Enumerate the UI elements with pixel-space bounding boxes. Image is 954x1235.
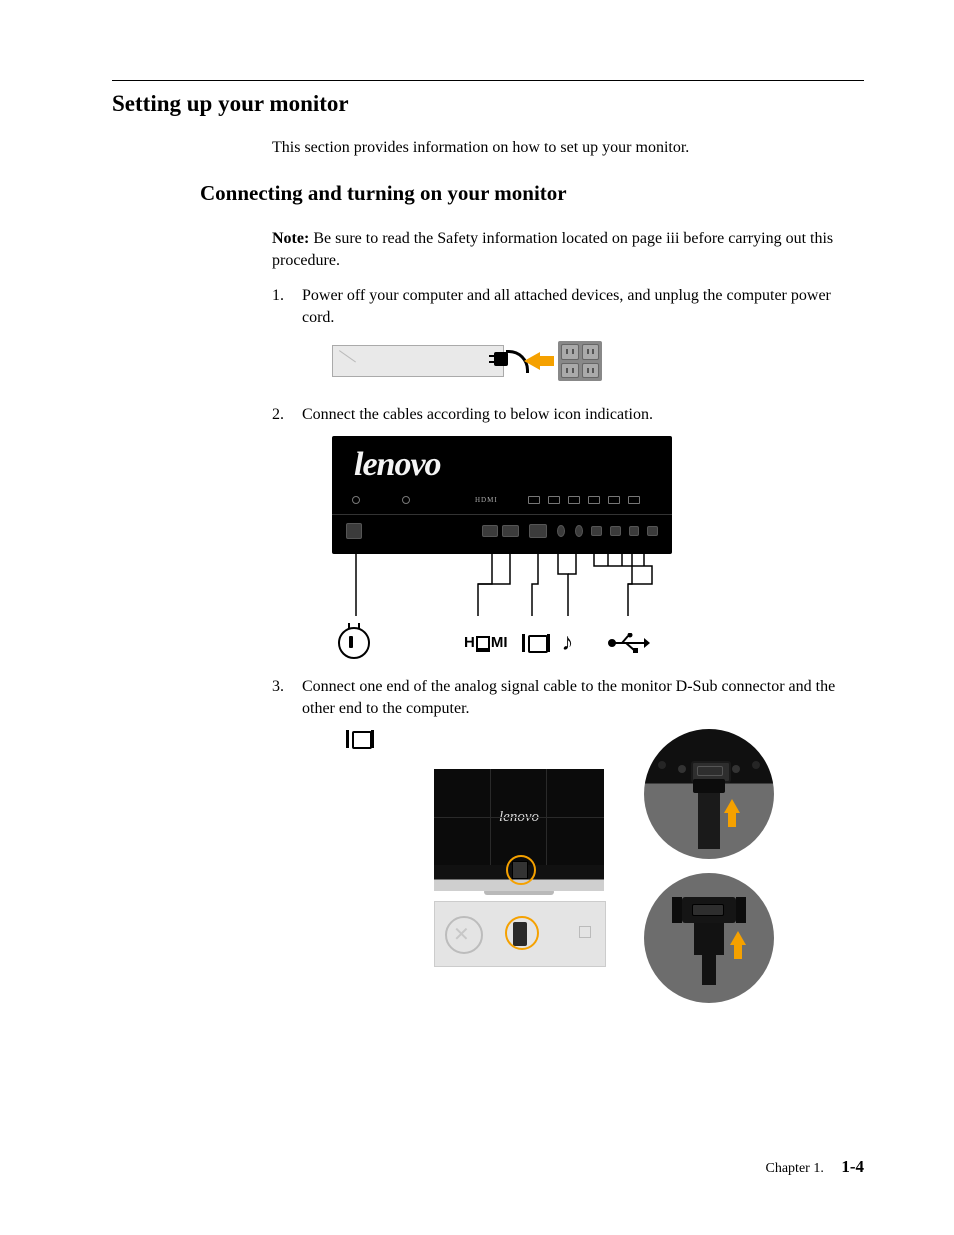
closeup-pc-port-icon (644, 873, 774, 1003)
usb-port-icon (591, 526, 602, 536)
top-rule (112, 80, 864, 81)
monitor-and-pc-diagram: lenovo (424, 729, 614, 967)
hdmi-port-icon (502, 525, 519, 537)
pc-back-icon (434, 901, 606, 967)
orange-arrow-left-icon (524, 352, 540, 370)
usb-port-icon (610, 526, 621, 536)
step-1-number: 1. (272, 285, 284, 307)
screw-icon (402, 496, 410, 504)
usb-port-icon (647, 526, 658, 536)
step-1: 1. Power off your computer and all attac… (272, 285, 864, 386)
vga-icon (522, 633, 550, 653)
vga-icon (346, 729, 374, 749)
step-1-text: Power off your computer and all attached… (302, 287, 831, 326)
step-3-text: Connect one end of the analog signal cab… (302, 678, 835, 717)
lenovo-logo: lenovo (354, 442, 441, 488)
usb-icon (608, 633, 650, 653)
closeup-monitor-port-icon (644, 729, 774, 859)
highlight-ring-icon (505, 916, 539, 950)
monitor-front-icon: lenovo (434, 769, 604, 865)
audio-icon: ♪ (562, 631, 574, 655)
power-port-icon (346, 523, 362, 539)
usb-port-icon (629, 526, 640, 536)
figure-dsub: lenovo (332, 729, 864, 1003)
power-strip-icon (332, 345, 504, 377)
note-label: Note: (272, 230, 309, 247)
wall-outlet-icon (558, 341, 602, 381)
hdmi-label-small: HDMI (475, 496, 498, 505)
note-paragraph: Note: Be sure to read the Safety informa… (272, 228, 864, 271)
steps-list: 1. Power off your computer and all attac… (272, 285, 864, 1003)
connector-legend: HMI ♪ (332, 628, 672, 658)
body-content: Note: Be sure to read the Safety informa… (272, 228, 864, 1003)
screw-icon (352, 496, 360, 504)
audio-port-icon (557, 525, 565, 537)
fan-icon (445, 916, 483, 954)
hdmi-port-icon (482, 525, 499, 537)
port-row (342, 522, 662, 540)
leader-lines (332, 554, 672, 628)
section-heading: Setting up your monitor (112, 91, 864, 117)
io-port-icon (579, 926, 591, 938)
note-text: Be sure to read the Safety information l… (272, 230, 833, 269)
subsection-heading: Connecting and turning on your monitor (200, 181, 864, 206)
figure-back-panel: lenovo HDMI (332, 436, 864, 658)
step-2: 2. Connect the cables according to below… (272, 404, 864, 658)
page-number: 1-4 (841, 1157, 864, 1176)
orange-arrow-up-icon (730, 931, 746, 945)
port-label-icons (528, 496, 660, 504)
chapter-label: Chapter 1. (766, 1161, 824, 1176)
monitor-back-panel-icon: lenovo HDMI (332, 436, 672, 554)
intro-paragraph: This section provides information on how… (272, 139, 864, 157)
audio-port-icon (575, 525, 583, 537)
plug-icon (480, 348, 508, 370)
page-footer: Chapter 1. 1-4 (766, 1157, 865, 1177)
vga-port-icon (529, 524, 547, 538)
highlight-ring-icon (506, 855, 536, 885)
hdmi-icon: HMI (464, 633, 508, 653)
orange-arrow-up-icon (724, 799, 740, 813)
step-3-number: 3. (272, 676, 284, 698)
step-2-text: Connect the cables according to below ic… (302, 406, 653, 423)
step-3: 3. Connect one end of the analog signal … (272, 676, 864, 1003)
power-icon (338, 627, 370, 659)
monitor-neck-icon (434, 865, 604, 891)
document-page: Setting up your monitor This section pro… (0, 0, 954, 1235)
step-2-number: 2. (272, 404, 284, 426)
figure-unplug (332, 338, 864, 386)
